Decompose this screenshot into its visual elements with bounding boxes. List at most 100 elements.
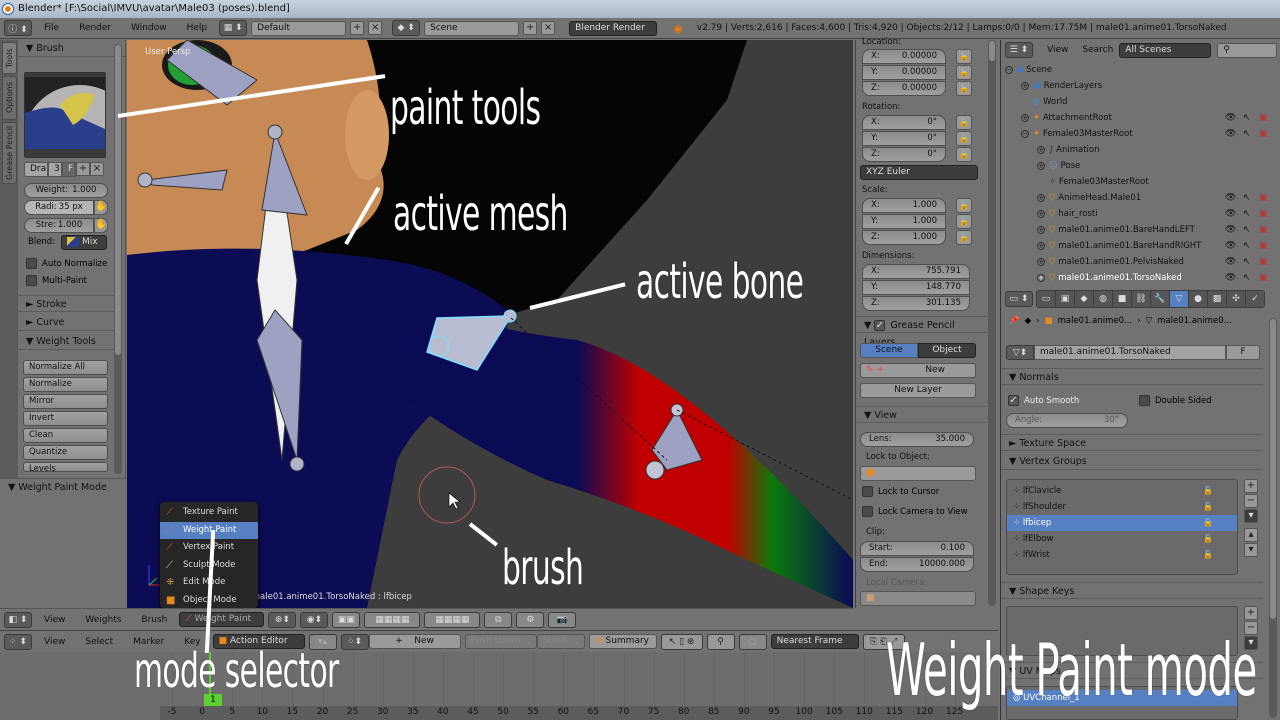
expand-toggle-icon[interactable]: + [1037, 225, 1045, 234]
screen-layout-icon[interactable]: ▦ ⬍ [219, 20, 248, 36]
gp-scene-tab[interactable]: Scene [860, 343, 918, 358]
brush-panel-header[interactable]: ▼ Brush [18, 40, 125, 57]
render-restrict-icon[interactable]: ▣ [1259, 238, 1268, 254]
tab-data-icon[interactable]: ▽ [1170, 291, 1188, 307]
tab-object-icon[interactable]: ■ [1113, 291, 1131, 307]
remove-vertex-group-button[interactable]: − [1244, 494, 1258, 508]
normals-panel-header[interactable]: ▼ Normals [1001, 368, 1263, 385]
add-vertex-group-button[interactable]: + [1244, 479, 1258, 493]
gp-new-button[interactable]: ✎ + New [860, 363, 976, 378]
npanel-scrollbar[interactable] [988, 40, 996, 606]
tab-particles-icon[interactable]: ✣ [1227, 291, 1245, 307]
radius-pressure-toggle[interactable]: ✋ [94, 200, 108, 215]
outliner-item[interactable]: + ▽ AnimeHead.Male01 👁 ↖ ▣ [1001, 190, 1280, 206]
outliner-item[interactable]: + ∫ Animation [1001, 142, 1280, 158]
scale-y-field[interactable]: Y: 1.000 [862, 214, 946, 229]
tab-texture-icon[interactable]: ▩ [1208, 291, 1226, 307]
lock-icon[interactable]: 🔓 [1203, 531, 1213, 547]
vertex-groups-panel-header[interactable]: ▼ Vertex Groups [1001, 453, 1263, 470]
lock-icon[interactable]: 🔓 [1203, 547, 1213, 563]
tab-material-icon[interactable]: ● [1189, 291, 1207, 307]
strength-field[interactable]: Stre: 1.000 [24, 218, 94, 233]
outliner-item[interactable]: + ▽ male01.anime01.BareHandLEFT 👁 ↖ ▣ [1001, 222, 1280, 238]
shape-keys-panel-header[interactable]: ▼ Shape Keys [1001, 582, 1263, 599]
normalize-button[interactable]: Normalize [23, 377, 108, 392]
menu-render[interactable]: Render [71, 23, 119, 33]
dopesheet-menu-view[interactable]: View [36, 637, 73, 647]
layers-grid-2[interactable]: ▦▦▦▦ [424, 611, 481, 628]
menu-window[interactable]: Window [123, 23, 175, 33]
select-restrict-icon[interactable]: ↖ [1243, 254, 1251, 270]
vertex-group-item[interactable]: ⁘ lfClavicle 🔓 [1007, 483, 1237, 499]
expand-toggle-icon[interactable]: + [1021, 81, 1029, 90]
scale-z-field[interactable]: Z: 1.000 [862, 230, 946, 245]
outliner-menu-view[interactable]: View [1039, 45, 1076, 55]
mode-selector[interactable]: ⟋ Weight Paint [179, 612, 265, 627]
expand-toggle-icon[interactable]: + [1037, 257, 1045, 266]
outliner-menu-search[interactable]: Search [1082, 45, 1113, 55]
location-x-field[interactable]: X: 0.00000 [862, 49, 946, 64]
select-restrict-icon[interactable]: ↖ [1243, 190, 1251, 206]
vertex-group-item[interactable]: ⁘ lfElbow 🔓 [1007, 531, 1237, 547]
menu-item-texture-paint[interactable]: ⟋ Texture Paint [160, 504, 258, 522]
strength-pressure-toggle[interactable]: ✋ [94, 218, 108, 233]
lock-icon[interactable]: 🔓 [956, 115, 972, 130]
pivot-button[interactable]: ◉⬍ [300, 611, 329, 628]
outliner-item[interactable]: + ▽ male01.anime01.BareHandRIGHT 👁 ↖ ▣ [1001, 238, 1280, 254]
remove-brush-button[interactable]: × [90, 162, 104, 176]
layout-field[interactable]: Default [251, 20, 347, 36]
vertex-group-item[interactable]: ⁘ lfShoulder 🔓 [1007, 499, 1237, 515]
eye-visibility-icon[interactable]: 👁 [1225, 206, 1236, 222]
stroke-panel-header[interactable]: ► Stroke [18, 295, 118, 312]
select-restrict-icon[interactable]: ↖ [1243, 126, 1251, 142]
add-shape-key-button[interactable]: + [1244, 606, 1258, 620]
eye-visibility-icon[interactable]: 👁 [1225, 238, 1236, 254]
auto-normalize-checkbox[interactable]: Auto Normalize [26, 258, 107, 269]
grease-pencil-layers-header[interactable]: ▼ Grease Pencil Layers [856, 316, 986, 348]
brush-preview[interactable] [22, 72, 138, 201]
outliner-item[interactable]: + ▽ male01.anime01.PelvisNaked 👁 ↖ ▣ [1001, 254, 1280, 270]
move-down-button[interactable]: ▾ [1244, 543, 1258, 557]
toolshelf-scrollbar[interactable] [114, 44, 122, 474]
tab-world-icon[interactable]: ◍ [1094, 291, 1112, 307]
expand-toggle-icon[interactable]: + [1037, 145, 1045, 154]
clip-end-field[interactable]: End: 10000.000 [860, 557, 974, 572]
levels-button[interactable]: Levels [23, 462, 108, 472]
outliner-item[interactable]: +◍ World [1001, 94, 1280, 110]
add-scene-button[interactable]: + [523, 21, 538, 35]
select-restrict-icon[interactable]: ↖ [1243, 238, 1251, 254]
filter-toggles[interactable]: ↖ ▯ ⊛ [660, 633, 703, 650]
eye-visibility-icon[interactable]: 👁 [1225, 254, 1236, 270]
stash-button[interactable]: Stash [536, 634, 585, 649]
face-mask-toggle[interactable]: ▣▣ [332, 611, 361, 628]
local-camera-field[interactable]: ■ [860, 591, 976, 606]
double-sided-checkbox[interactable]: Double Sided [1139, 395, 1212, 406]
brush-fake-user-toggle[interactable]: F [62, 162, 76, 177]
weight-field[interactable]: Weight: 1.000 [24, 183, 108, 198]
mesh-fake-user-toggle[interactable]: F [1226, 345, 1260, 360]
tab-options[interactable]: Options [2, 76, 17, 120]
push-down-button[interactable]: Push Down [464, 634, 537, 649]
quantize-button[interactable]: Quantize [23, 445, 108, 460]
vertex-group-item[interactable]: ⁘ lfbicep 🔓 [1007, 515, 1237, 531]
outliner-item[interactable]: − ✦ Female03MasterRoot 👁 ↖ ▣ [1001, 126, 1280, 142]
viewport-menu-brush[interactable]: Brush [133, 615, 175, 625]
select-restrict-icon[interactable]: ↖ [1243, 270, 1251, 286]
lock-to-object-field[interactable]: ■ [860, 466, 976, 481]
outliner-item[interactable]: + ✦ AttachmentRoot 👁 ↖ ▣ [1001, 110, 1280, 126]
lock-icon[interactable]: 🔓 [1203, 499, 1213, 515]
select-restrict-icon[interactable]: ↖ [1243, 222, 1251, 238]
viewport-menu-view[interactable]: View [36, 615, 73, 625]
tab-render-layers-icon[interactable]: ▣ [1056, 291, 1074, 307]
expand-toggle-icon[interactable]: + [1037, 193, 1045, 202]
radius-field[interactable]: Radi: 35 px [24, 200, 94, 215]
new-action-button[interactable]: + New [368, 634, 461, 649]
eye-visibility-icon[interactable]: 👁 [1225, 270, 1236, 286]
add-layout-button[interactable]: + [350, 21, 365, 35]
opengl-render-button[interactable]: 📷 [548, 611, 577, 628]
location-z-field[interactable]: Z: 0.00000 [862, 81, 946, 96]
add-brush-button[interactable]: + [76, 162, 90, 176]
location-y-field[interactable]: Y: 0.00000 [862, 65, 946, 80]
mirror-button[interactable]: Mirror [23, 394, 108, 409]
lock-camera-to-view-checkbox[interactable]: Lock Camera to View [862, 506, 968, 517]
